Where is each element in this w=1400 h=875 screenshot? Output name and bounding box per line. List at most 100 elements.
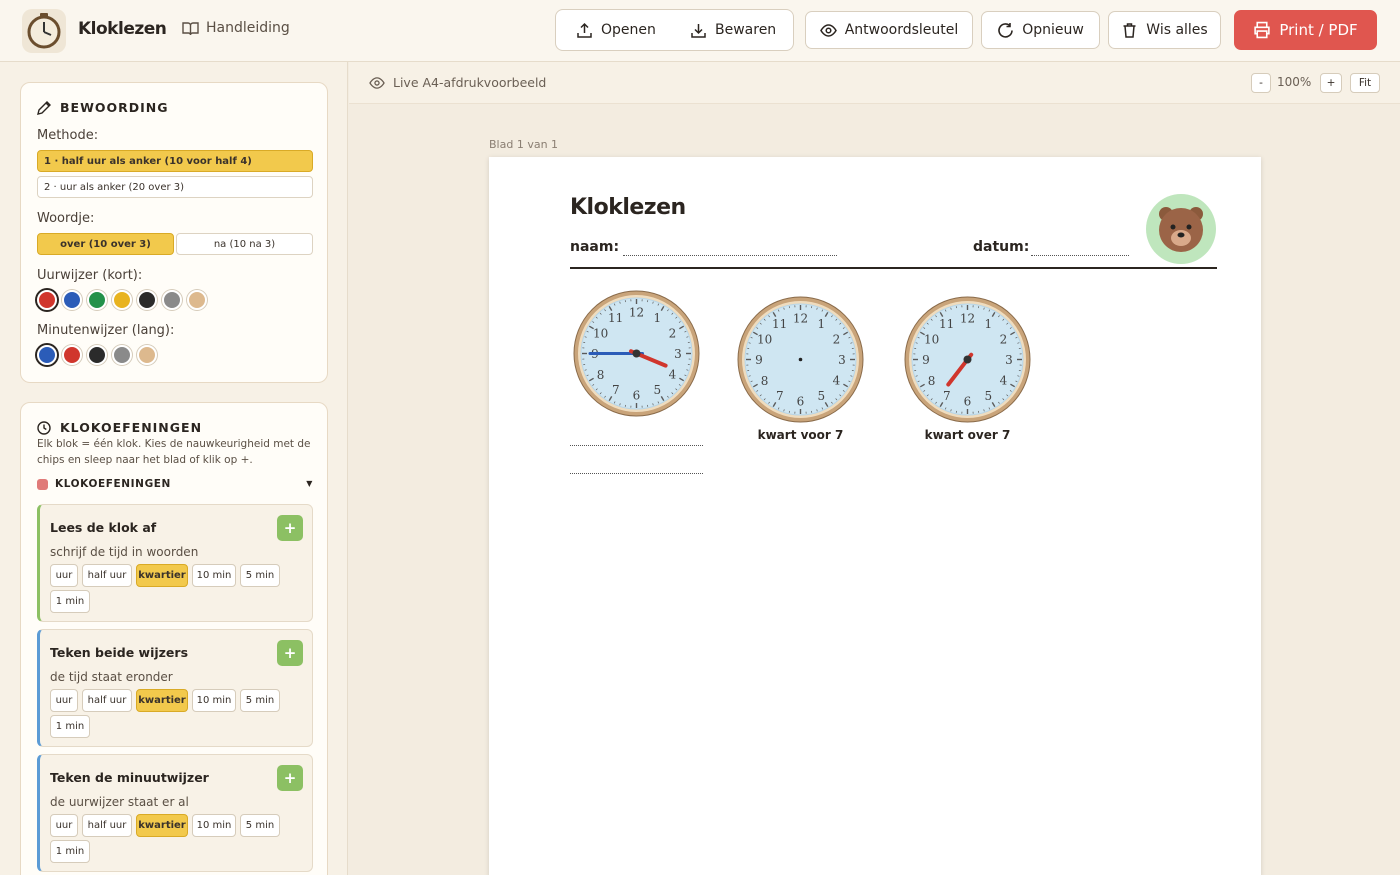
sheet-label: Blad 1 van 1 [489,138,559,151]
eye-icon [819,23,837,37]
add-exercise-button[interactable]: + [277,765,303,791]
bear-avatar-icon [1146,194,1216,264]
preview-bar: Live A4-afdrukvoorbeeld - 100% + Fit [349,62,1400,104]
method-option-2[interactable]: 2 · uur als anker (20 over 3) [37,176,313,198]
clock-number: 10 [757,332,772,346]
chevron-down-icon: ▼ [306,479,313,488]
minute-color-swatches [37,345,157,365]
precision-chip[interactable]: 5 min [240,689,280,712]
answer-line-2[interactable] [570,473,703,474]
precision-chip[interactable]: 10 min [192,689,236,712]
minute-color-swatch[interactable] [112,345,132,365]
preview-label: Live A4-afdrukvoorbeeld [369,75,546,90]
manual-label: Handleiding [206,20,290,36]
exercise-subtitle: de tijd staat eronder [50,670,173,684]
manual-link[interactable]: Handleiding [182,20,290,36]
precision-chip[interactable]: kwartier [136,814,188,837]
minute-color-swatch[interactable] [37,345,57,365]
precision-chip[interactable]: 5 min [240,814,280,837]
answer-line-1[interactable] [570,445,703,446]
clock-face[interactable]: 123456789101112 [737,296,864,423]
clock-face[interactable]: 123456789101112 [573,290,700,417]
clock-number: 5 [653,383,661,397]
exercises-section-toggle[interactable]: KLOKOEFENINGEN ▼ [37,478,313,490]
precision-chip[interactable]: uur [50,689,78,712]
precision-chip[interactable]: kwartier [136,564,188,587]
hour-color-swatch[interactable] [37,290,57,310]
hour-color-swatch[interactable] [87,290,107,310]
fit-button[interactable]: Fit [1350,73,1380,93]
precision-chip[interactable]: uur [50,814,78,837]
section-label: KLOKOEFENINGEN [55,478,171,490]
answer-key-label: Antwoordsleutel [844,22,959,38]
method-label: Methode: [37,128,99,143]
wording-heading: BEWOORDING [37,100,168,115]
wording-card: BEWOORDING Methode: 1 · half uur als ank… [20,82,328,383]
hour-color-swatch[interactable] [62,290,82,310]
clear-all-button[interactable]: Wis alles [1108,11,1221,49]
save-label: Bewaren [715,22,777,38]
add-exercise-button[interactable]: + [277,640,303,666]
answer-key-button[interactable]: Antwoordsleutel [805,11,973,49]
restart-label: Opnieuw [1022,22,1084,38]
clock-number: 3 [1005,353,1013,367]
hour-color-swatch[interactable] [187,290,207,310]
open-button[interactable]: Openen [576,10,656,50]
precision-chip[interactable]: 1 min [50,590,90,613]
add-exercise-button[interactable]: + [277,515,303,541]
precision-chip[interactable]: half uur [82,689,132,712]
zoom-in-button[interactable]: + [1320,73,1342,93]
precision-chip[interactable]: kwartier [136,689,188,712]
hour-color-swatch[interactable] [137,290,157,310]
exercise-block[interactable]: Teken de minuutwijzer de uurwijzer staat … [37,754,313,872]
word-label: Woordje: [37,211,95,226]
method-option-1[interactable]: 1 · half uur als anker (10 voor half 4) [37,150,313,172]
restart-button[interactable]: Opnieuw [981,11,1100,49]
minute-color-swatch[interactable] [137,345,157,365]
clock-number: 12 [960,312,975,326]
precision-chip[interactable]: 1 min [50,715,90,738]
precision-chip[interactable]: 5 min [240,564,280,587]
exercise-subtitle: schrijf de tijd in woorden [50,545,199,559]
clock-number: 1 [817,317,825,331]
zoom-level: 100% [1277,75,1312,89]
precision-chip[interactable]: 10 min [192,564,236,587]
exercises-description: Elk blok = één klok. Kies de nauwkeurigh… [37,438,311,466]
minute-color-swatch[interactable] [62,345,82,365]
name-label: naam: [570,239,620,255]
clock-icon [37,420,51,435]
clock-number: 3 [674,347,682,361]
refresh-icon [998,22,1013,38]
section-color-dot [37,478,48,490]
clock-number: 2 [1000,332,1008,346]
minute-color-swatch[interactable] [87,345,107,365]
exercises-heading: KLOKOEFENINGEN [37,420,202,435]
print-label: Print / PDF [1279,21,1358,39]
precision-chip[interactable]: 10 min [192,814,236,837]
word-option-over[interactable]: over (10 over 3) [37,233,174,255]
hour-color-swatch[interactable] [162,290,182,310]
clock-number: 8 [597,368,605,382]
exercise-title: Teken beide wijzers [50,645,189,660]
clock-number: 2 [833,332,841,346]
zoom-out-button[interactable]: - [1251,73,1271,93]
precision-chip[interactable]: 1 min [50,840,90,863]
hour-color-swatch[interactable] [112,290,132,310]
precision-chip[interactable]: half uur [82,814,132,837]
clock-face[interactable]: 123456789101112 [904,296,1031,423]
word-option-na[interactable]: na (10 na 3) [176,233,313,255]
open-label: Openen [601,22,656,38]
printer-icon [1254,21,1271,39]
precision-chip[interactable]: uur [50,564,78,587]
precision-chip[interactable]: half uur [82,564,132,587]
exercise-block[interactable]: Teken beide wijzers de tijd staat eronder… [37,629,313,747]
clock-number: 7 [612,383,620,397]
clock-number: 2 [669,326,677,340]
print-button[interactable]: Print / PDF [1234,10,1377,50]
exercise-title: Teken de minuutwijzer [50,770,209,785]
clock-number: 11 [608,311,623,325]
clock-number: 12 [629,306,644,320]
app-title: Kloklezen [78,19,167,39]
exercise-block[interactable]: Lees de klok af schrijf de tijd in woorde… [37,504,313,622]
save-button[interactable]: Bewaren [690,10,776,50]
